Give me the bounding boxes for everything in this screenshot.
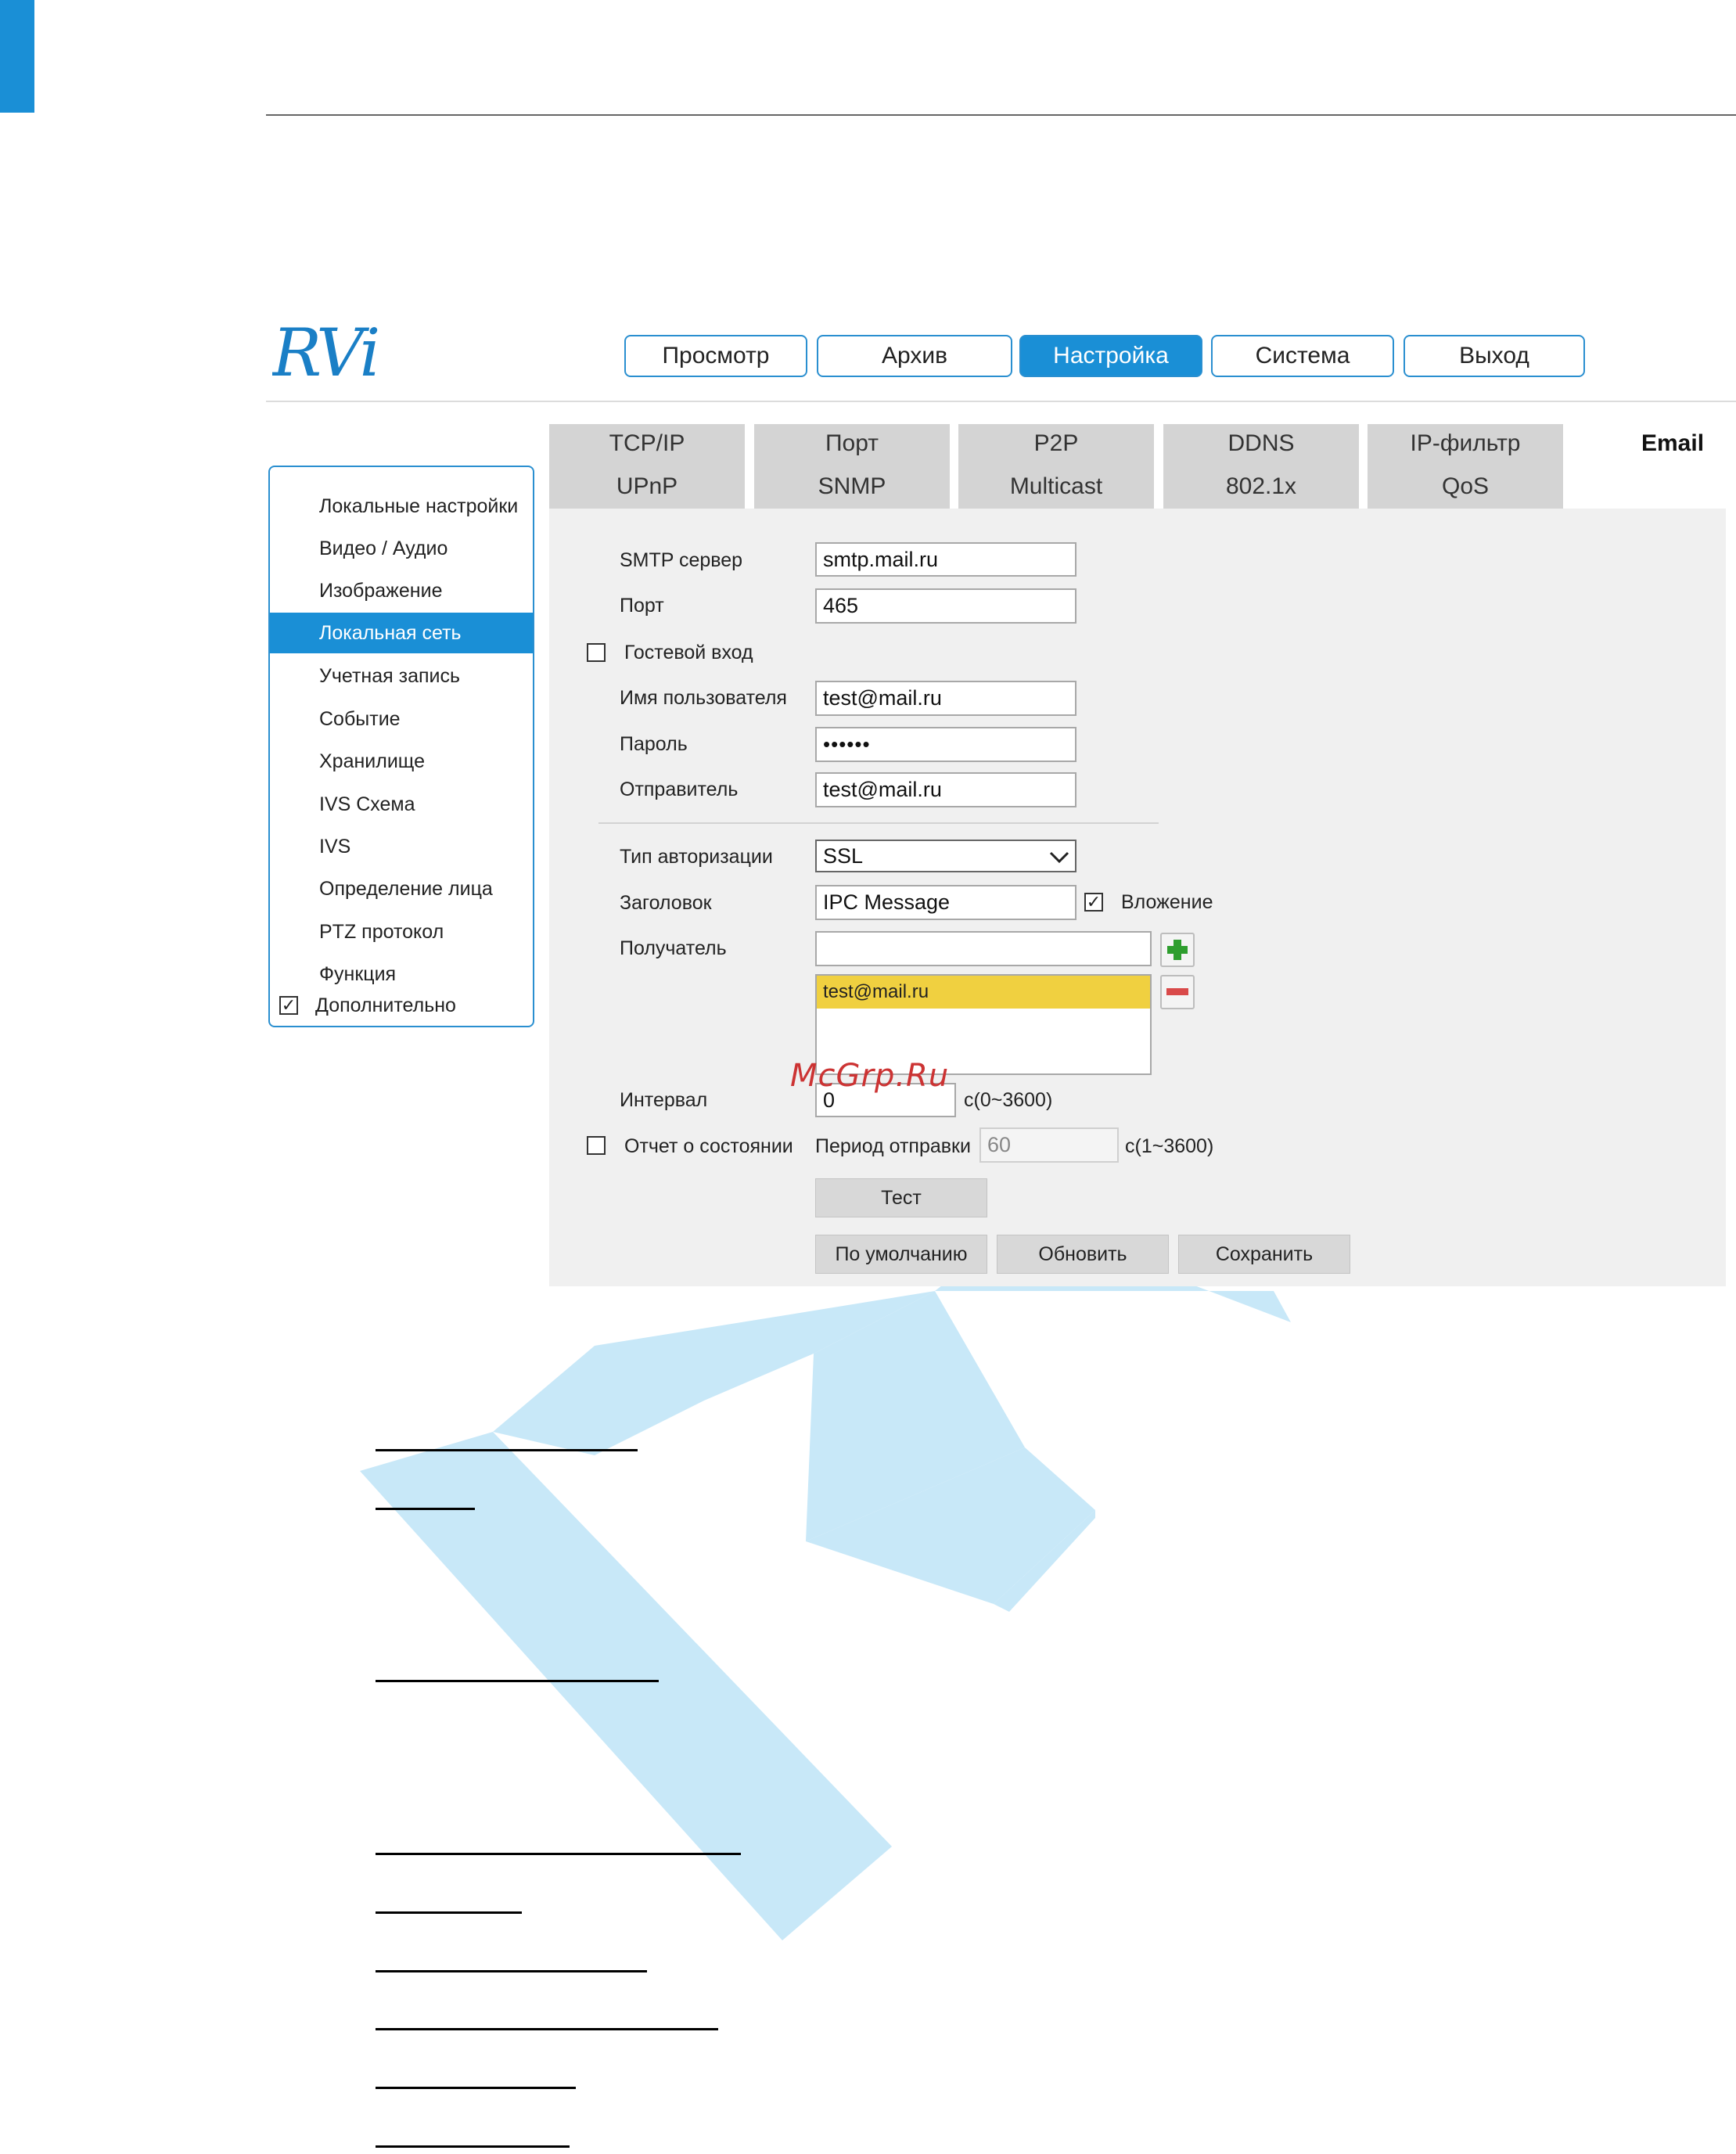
sidebar-item-ivs-scheme[interactable]: IVS Схема — [270, 784, 533, 825]
auth-type-value: SSL — [823, 843, 864, 868]
smtp-server-input[interactable]: smtp.mail.ru — [815, 542, 1076, 577]
network-tabs: TCP/IP UPnP Порт SNMP P2P Multicast DDNS… — [549, 424, 1726, 509]
save-button[interactable]: Сохранить — [1178, 1235, 1350, 1274]
nav-divider — [266, 401, 1736, 402]
tab-tcpip-upnp: TCP/IP UPnP — [549, 424, 745, 509]
chevron-down-icon — [1049, 851, 1069, 864]
tab-port[interactable]: Порт — [754, 430, 950, 457]
manual-underline — [376, 1911, 522, 1914]
test-button[interactable]: Тест — [815, 1178, 987, 1217]
nav-archive-button[interactable]: Архив — [817, 335, 1012, 377]
tab-email[interactable]: Email — [1641, 430, 1704, 457]
sidebar-item-network[interactable]: Локальная сеть — [270, 613, 533, 653]
manual-underline — [376, 1680, 659, 1682]
sender-input[interactable]: test@mail.ru — [815, 772, 1076, 807]
tab-tcpip[interactable]: TCP/IP — [549, 430, 745, 457]
port-input[interactable]: 465 — [815, 588, 1076, 624]
tab-port-snmp: Порт SNMP — [754, 424, 950, 509]
tab-ddns[interactable]: DDNS — [1163, 430, 1359, 457]
sidebar-item-ivs[interactable]: IVS — [270, 826, 533, 867]
tab-snmp[interactable]: SNMP — [754, 473, 950, 500]
tab-ipfilter-qos: IP-фильтр QoS — [1368, 424, 1563, 509]
manual-underline — [376, 1970, 647, 1972]
subject-input[interactable]: IPC Message — [815, 885, 1076, 920]
port-label: Порт — [620, 595, 664, 617]
sidebar-item-local-settings[interactable]: Локальные настройки — [270, 486, 533, 527]
corner-accent-bar — [0, 0, 34, 113]
manual-underline — [376, 2028, 718, 2030]
remove-recipient-button[interactable] — [1160, 975, 1195, 1009]
header-divider — [266, 114, 1736, 116]
plus-icon — [1167, 940, 1188, 960]
manual-underline — [376, 1508, 475, 1510]
sidebar-item-advanced[interactable]: Дополнительно — [270, 985, 533, 1026]
auth-type-select[interactable]: SSL — [815, 840, 1076, 872]
tab-ip-filter[interactable]: IP-фильтр — [1368, 430, 1563, 457]
status-report-checkbox[interactable] — [587, 1136, 606, 1155]
password-label: Пароль — [620, 733, 688, 755]
recipient-input[interactable] — [815, 931, 1152, 966]
nav-logout-button[interactable]: Выход — [1404, 335, 1585, 377]
settings-sidebar: Локальные настройки Видео / Аудио Изобра… — [268, 466, 534, 1027]
guest-login-checkbox[interactable] — [587, 643, 606, 662]
manual-underline — [376, 1853, 741, 1855]
tab-multicast[interactable]: Multicast — [958, 473, 1154, 500]
sidebar-item-ptz[interactable]: PTZ протокол — [270, 912, 533, 952]
refresh-button[interactable]: Обновить — [997, 1235, 1169, 1274]
send-period-label: Период отправки — [815, 1135, 971, 1157]
nav-preview-button[interactable]: Просмотр — [624, 335, 807, 377]
manual-underline — [376, 2145, 570, 2148]
attachment-label: Вложение — [1121, 891, 1213, 913]
rvi-logo: RVi — [272, 319, 380, 390]
minus-icon — [1166, 988, 1188, 995]
nav-settings-button[interactable]: Настройка — [1019, 335, 1202, 377]
sidebar-item-account[interactable]: Учетная запись — [270, 656, 533, 696]
recipient-list-item[interactable]: test@mail.ru — [817, 976, 1150, 1009]
sidebar-item-image[interactable]: Изображение — [270, 570, 533, 611]
sidebar-item-face-detection[interactable]: Определение лица — [270, 868, 533, 909]
tab-p2p[interactable]: P2P — [958, 430, 1154, 457]
subject-label: Заголовок — [620, 892, 712, 914]
nav-system-button[interactable]: Система — [1211, 335, 1394, 377]
default-button[interactable]: По умолчанию — [815, 1235, 987, 1274]
add-recipient-button[interactable] — [1160, 933, 1195, 967]
sidebar-item-event[interactable]: Событие — [270, 699, 533, 739]
form-divider — [598, 822, 1159, 824]
tab-qos[interactable]: QoS — [1368, 473, 1563, 500]
manual-underline — [376, 1449, 638, 1451]
tab-upnp[interactable]: UPnP — [549, 473, 745, 500]
smtp-server-label: SMTP сервер — [620, 549, 743, 571]
auth-type-label: Тип авторизации — [620, 846, 773, 868]
tab-8021x[interactable]: 802.1x — [1163, 473, 1359, 500]
username-label: Имя пользователя — [620, 687, 787, 709]
recipient-label: Получатель — [620, 937, 727, 959]
site-watermark: McGrp.Ru — [790, 1058, 950, 1094]
sidebar-item-video-audio[interactable]: Видео / Аудио — [270, 528, 533, 569]
sender-label: Отправитель — [620, 779, 739, 800]
status-report-label: Отчет о состоянии — [624, 1135, 793, 1157]
svg-text:RVi: RVi — [272, 319, 377, 390]
sidebar-item-storage[interactable]: Хранилище — [270, 741, 533, 782]
password-input[interactable]: •••••• — [815, 727, 1076, 762]
attachment-checkbox[interactable]: ✓ — [1084, 893, 1103, 912]
tab-p2p-multicast: P2P Multicast — [958, 424, 1154, 509]
guest-login-label: Гостевой вход — [624, 642, 753, 663]
send-period-range-label: с(1~3600) — [1125, 1135, 1214, 1157]
interval-label: Интервал — [620, 1089, 708, 1111]
interval-range-label: с(0~3600) — [964, 1089, 1053, 1111]
send-period-input[interactable]: 60 — [979, 1127, 1119, 1163]
manual-underline — [376, 2087, 576, 2089]
username-input[interactable]: test@mail.ru — [815, 681, 1076, 716]
tab-ddns-8021x: DDNS 802.1x — [1163, 424, 1359, 509]
